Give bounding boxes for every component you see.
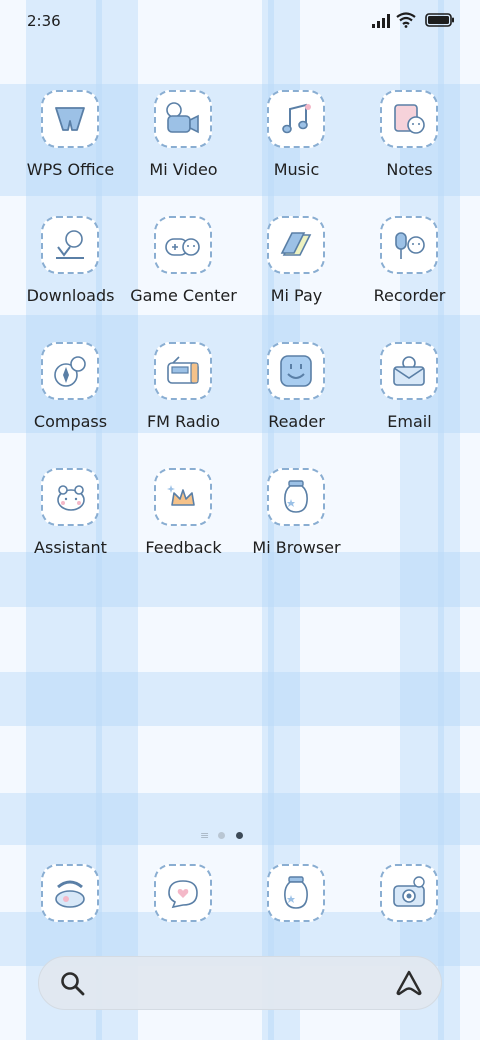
app-label: Mi Video — [149, 160, 218, 179]
search-icon[interactable] — [59, 970, 87, 998]
app-compass[interactable]: Compass — [14, 340, 127, 460]
mi-pay-icon — [267, 216, 325, 274]
app-label: WPS Office — [26, 160, 115, 179]
mi-video-icon — [154, 90, 212, 148]
app-assistant[interactable]: Assistant — [14, 466, 127, 586]
app-label: Feedback — [145, 538, 222, 557]
game-center-icon — [154, 216, 212, 274]
app-label: Mi Pay — [270, 286, 323, 305]
app-fm-radio[interactable]: FM Radio — [127, 340, 240, 460]
recorder-icon — [380, 216, 438, 274]
music-icon — [267, 90, 325, 148]
app-mi-browser[interactable]: Mi Browser — [240, 466, 353, 586]
app-label: FM Radio — [146, 412, 221, 431]
mi-browser-icon — [267, 468, 325, 526]
app-label: Recorder — [373, 286, 446, 305]
page-indicator[interactable]: ≡ — [200, 829, 260, 843]
app-email[interactable]: Email — [353, 340, 466, 460]
assistant-logo-icon[interactable] — [395, 969, 423, 997]
app-label: Notes — [386, 160, 433, 179]
phone-icon — [41, 864, 99, 922]
app-label: Game Center — [130, 286, 237, 305]
app-wps-office[interactable]: WPS Office — [14, 88, 127, 208]
notes-icon — [380, 90, 438, 148]
app-reader[interactable]: Reader — [240, 340, 353, 460]
dock — [14, 864, 466, 924]
search-bar[interactable] — [38, 956, 442, 1010]
app-label: Reader — [268, 412, 325, 431]
messages-icon — [154, 864, 212, 922]
downloads-icon — [41, 216, 99, 274]
reader-icon — [267, 342, 325, 400]
app-label: Compass — [33, 412, 108, 431]
page-dot-active[interactable] — [236, 832, 243, 839]
app-recorder[interactable]: Recorder — [353, 214, 466, 334]
app-mi-pay[interactable]: Mi Pay — [240, 214, 353, 334]
wps-office-icon — [41, 90, 99, 148]
app-downloads[interactable]: Downloads — [14, 214, 127, 334]
app-mi-video[interactable]: Mi Video — [127, 88, 240, 208]
wifi-icon — [396, 12, 416, 28]
compass-icon — [41, 342, 99, 400]
app-feedback[interactable]: Feedback — [127, 466, 240, 586]
app-music[interactable]: Music — [240, 88, 353, 208]
email-icon — [380, 342, 438, 400]
app-game-center[interactable]: Game Center — [127, 214, 240, 334]
browser-icon — [267, 864, 325, 922]
app-label: Mi Browser — [252, 538, 341, 557]
app-label: Email — [387, 412, 432, 431]
app-label: Downloads — [26, 286, 115, 305]
assistant-icon — [41, 468, 99, 526]
status-bar: 2:36 — [0, 0, 480, 44]
app-label: Music — [273, 160, 320, 179]
menu-lines-icon: ≡ — [200, 829, 210, 842]
app-notes[interactable]: Notes — [353, 88, 466, 208]
signal-icon — [372, 14, 390, 28]
page-dot[interactable] — [218, 832, 225, 839]
camera-icon — [380, 864, 438, 922]
clock: 2:36 — [27, 12, 61, 30]
app-label: Assistant — [34, 538, 107, 557]
battery-icon — [425, 13, 454, 27]
feedback-icon — [154, 468, 212, 526]
fm-radio-icon — [154, 342, 212, 400]
